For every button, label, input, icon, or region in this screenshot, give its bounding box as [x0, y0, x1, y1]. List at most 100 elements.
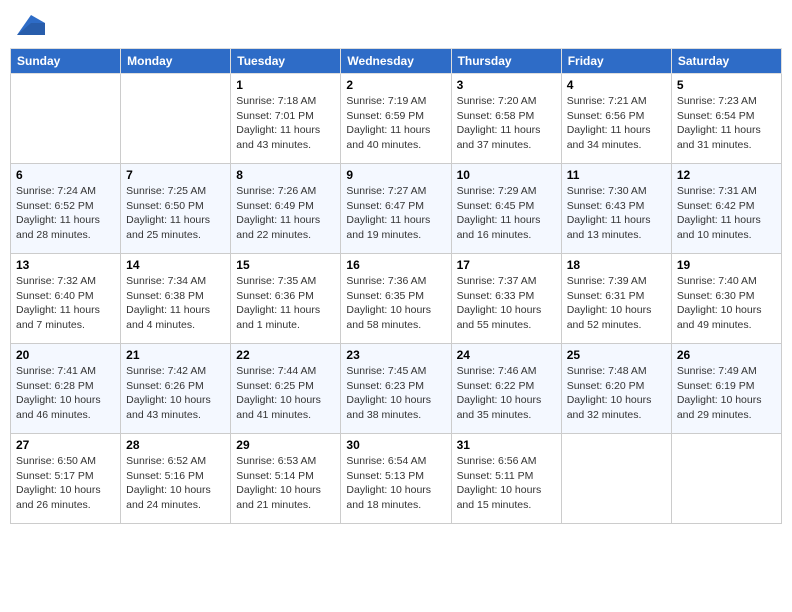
- day-info: Sunrise: 7:32 AM Sunset: 6:40 PM Dayligh…: [16, 274, 115, 333]
- day-number: 11: [567, 168, 666, 182]
- day-info: Sunrise: 7:23 AM Sunset: 6:54 PM Dayligh…: [677, 94, 776, 153]
- day-info: Sunrise: 7:37 AM Sunset: 6:33 PM Dayligh…: [457, 274, 556, 333]
- day-info: Sunrise: 6:52 AM Sunset: 5:16 PM Dayligh…: [126, 454, 225, 513]
- day-number: 13: [16, 258, 115, 272]
- calendar-cell: 15 Sunrise: 7:35 AM Sunset: 6:36 PM Dayli…: [231, 254, 341, 344]
- day-info: Sunrise: 7:40 AM Sunset: 6:30 PM Dayligh…: [677, 274, 776, 333]
- day-info: Sunrise: 7:41 AM Sunset: 6:28 PM Dayligh…: [16, 364, 115, 423]
- day-info: Sunrise: 7:18 AM Sunset: 7:01 PM Dayligh…: [236, 94, 335, 153]
- day-number: 6: [16, 168, 115, 182]
- calendar-cell: [11, 74, 121, 164]
- calendar-cell: 23 Sunrise: 7:45 AM Sunset: 6:23 PM Dayli…: [341, 344, 451, 434]
- calendar-cell: 20Sunrise: 7:41 AM Sunset: 6:28 PM Dayli…: [11, 344, 121, 434]
- calendar-cell: 14 Sunrise: 7:34 AM Sunset: 6:38 PM Dayli…: [121, 254, 231, 344]
- calendar-week-row: 1 Sunrise: 7:18 AM Sunset: 7:01 PM Daylig…: [11, 74, 782, 164]
- calendar-week-row: 20Sunrise: 7:41 AM Sunset: 6:28 PM Dayli…: [11, 344, 782, 434]
- day-number: 14: [126, 258, 225, 272]
- calendar-cell: 28 Sunrise: 6:52 AM Sunset: 5:16 PM Dayli…: [121, 434, 231, 524]
- calendar-cell: 6 Sunrise: 7:24 AM Sunset: 6:52 PM Daylig…: [11, 164, 121, 254]
- calendar-cell: 29 Sunrise: 6:53 AM Sunset: 5:14 PM Dayli…: [231, 434, 341, 524]
- calendar-cell: 31Sunrise: 6:56 AM Sunset: 5:11 PM Dayli…: [451, 434, 561, 524]
- day-info: Sunrise: 7:19 AM Sunset: 6:59 PM Dayligh…: [346, 94, 445, 153]
- day-number: 2: [346, 78, 445, 92]
- calendar-cell: 1 Sunrise: 7:18 AM Sunset: 7:01 PM Daylig…: [231, 74, 341, 164]
- day-of-week-header: Monday: [121, 49, 231, 74]
- calendar-cell: 17 Sunrise: 7:37 AM Sunset: 6:33 PM Dayli…: [451, 254, 561, 344]
- day-info: Sunrise: 7:30 AM Sunset: 6:43 PM Dayligh…: [567, 184, 666, 243]
- day-info: Sunrise: 7:27 AM Sunset: 6:47 PM Dayligh…: [346, 184, 445, 243]
- calendar-week-row: 6 Sunrise: 7:24 AM Sunset: 6:52 PM Daylig…: [11, 164, 782, 254]
- calendar-cell: 10Sunrise: 7:29 AM Sunset: 6:45 PM Dayli…: [451, 164, 561, 254]
- day-info: Sunrise: 6:50 AM Sunset: 5:17 PM Dayligh…: [16, 454, 115, 513]
- calendar-cell: [671, 434, 781, 524]
- day-info: Sunrise: 7:46 AM Sunset: 6:22 PM Dayligh…: [457, 364, 556, 423]
- day-info: Sunrise: 7:45 AM Sunset: 6:23 PM Dayligh…: [346, 364, 445, 423]
- calendar-cell: 27 Sunrise: 6:50 AM Sunset: 5:17 PM Dayli…: [11, 434, 121, 524]
- calendar-cell: 21Sunrise: 7:42 AM Sunset: 6:26 PM Dayli…: [121, 344, 231, 434]
- header: [10, 10, 782, 40]
- day-number: 28: [126, 438, 225, 452]
- day-number: 23: [346, 348, 445, 362]
- calendar-cell: 22Sunrise: 7:44 AM Sunset: 6:25 PM Dayli…: [231, 344, 341, 434]
- day-number: 7: [126, 168, 225, 182]
- day-of-week-header: Friday: [561, 49, 671, 74]
- day-info: Sunrise: 7:49 AM Sunset: 6:19 PM Dayligh…: [677, 364, 776, 423]
- day-number: 24: [457, 348, 556, 362]
- day-number: 30: [346, 438, 445, 452]
- day-number: 16: [346, 258, 445, 272]
- day-number: 1: [236, 78, 335, 92]
- calendar-cell: 16 Sunrise: 7:36 AM Sunset: 6:35 PM Dayli…: [341, 254, 451, 344]
- day-of-week-header: Wednesday: [341, 49, 451, 74]
- logo: [15, 15, 45, 40]
- logo-icon: [17, 15, 45, 35]
- day-number: 5: [677, 78, 776, 92]
- day-info: Sunrise: 7:20 AM Sunset: 6:58 PM Dayligh…: [457, 94, 556, 153]
- day-info: Sunrise: 7:35 AM Sunset: 6:36 PM Dayligh…: [236, 274, 335, 333]
- day-number: 19: [677, 258, 776, 272]
- day-number: 12: [677, 168, 776, 182]
- day-of-week-header: Sunday: [11, 49, 121, 74]
- day-number: 9: [346, 168, 445, 182]
- calendar-cell: 25Sunrise: 7:48 AM Sunset: 6:20 PM Dayli…: [561, 344, 671, 434]
- day-info: Sunrise: 7:39 AM Sunset: 6:31 PM Dayligh…: [567, 274, 666, 333]
- calendar-week-row: 27 Sunrise: 6:50 AM Sunset: 5:17 PM Dayli…: [11, 434, 782, 524]
- calendar-cell: 26Sunrise: 7:49 AM Sunset: 6:19 PM Dayli…: [671, 344, 781, 434]
- day-info: Sunrise: 7:42 AM Sunset: 6:26 PM Dayligh…: [126, 364, 225, 423]
- calendar-cell: 5 Sunrise: 7:23 AM Sunset: 6:54 PM Daylig…: [671, 74, 781, 164]
- day-number: 22: [236, 348, 335, 362]
- day-info: Sunrise: 7:25 AM Sunset: 6:50 PM Dayligh…: [126, 184, 225, 243]
- day-number: 15: [236, 258, 335, 272]
- calendar-cell: 2 Sunrise: 7:19 AM Sunset: 6:59 PM Daylig…: [341, 74, 451, 164]
- day-info: Sunrise: 6:54 AM Sunset: 5:13 PM Dayligh…: [346, 454, 445, 513]
- calendar-cell: [561, 434, 671, 524]
- calendar-cell: 13 Sunrise: 7:32 AM Sunset: 6:40 PM Dayli…: [11, 254, 121, 344]
- calendar-header-row: SundayMondayTuesdayWednesdayThursdayFrid…: [11, 49, 782, 74]
- day-of-week-header: Thursday: [451, 49, 561, 74]
- calendar-week-row: 13 Sunrise: 7:32 AM Sunset: 6:40 PM Dayli…: [11, 254, 782, 344]
- day-info: Sunrise: 6:53 AM Sunset: 5:14 PM Dayligh…: [236, 454, 335, 513]
- day-number: 4: [567, 78, 666, 92]
- day-number: 3: [457, 78, 556, 92]
- day-number: 10: [457, 168, 556, 182]
- day-info: Sunrise: 7:48 AM Sunset: 6:20 PM Dayligh…: [567, 364, 666, 423]
- calendar-cell: 7 Sunrise: 7:25 AM Sunset: 6:50 PM Daylig…: [121, 164, 231, 254]
- calendar-cell: 8Sunrise: 7:26 AM Sunset: 6:49 PM Daylig…: [231, 164, 341, 254]
- day-info: Sunrise: 7:34 AM Sunset: 6:38 PM Dayligh…: [126, 274, 225, 333]
- day-info: Sunrise: 7:31 AM Sunset: 6:42 PM Dayligh…: [677, 184, 776, 243]
- day-number: 17: [457, 258, 556, 272]
- day-number: 18: [567, 258, 666, 272]
- day-of-week-header: Saturday: [671, 49, 781, 74]
- day-info: Sunrise: 7:21 AM Sunset: 6:56 PM Dayligh…: [567, 94, 666, 153]
- calendar-cell: 12 Sunrise: 7:31 AM Sunset: 6:42 PM Dayli…: [671, 164, 781, 254]
- day-info: Sunrise: 7:36 AM Sunset: 6:35 PM Dayligh…: [346, 274, 445, 333]
- day-number: 8: [236, 168, 335, 182]
- calendar-cell: 4 Sunrise: 7:21 AM Sunset: 6:56 PM Daylig…: [561, 74, 671, 164]
- day-of-week-header: Tuesday: [231, 49, 341, 74]
- calendar-table: SundayMondayTuesdayWednesdayThursdayFrid…: [10, 48, 782, 524]
- calendar-cell: 18 Sunrise: 7:39 AM Sunset: 6:31 PM Dayli…: [561, 254, 671, 344]
- day-info: Sunrise: 7:24 AM Sunset: 6:52 PM Dayligh…: [16, 184, 115, 243]
- day-number: 27: [16, 438, 115, 452]
- calendar-cell: 9 Sunrise: 7:27 AM Sunset: 6:47 PM Daylig…: [341, 164, 451, 254]
- day-number: 29: [236, 438, 335, 452]
- calendar-cell: 30 Sunrise: 6:54 AM Sunset: 5:13 PM Dayli…: [341, 434, 451, 524]
